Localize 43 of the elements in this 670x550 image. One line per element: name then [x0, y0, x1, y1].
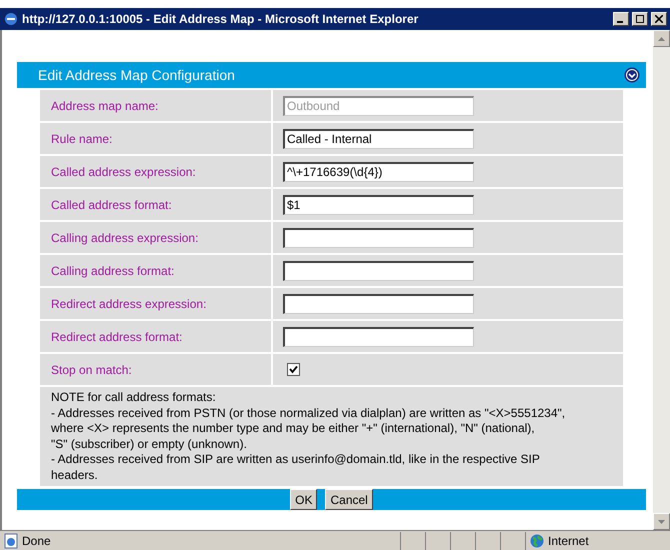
- note-line: NOTE for call address formats:: [51, 390, 217, 406]
- status-text: Done: [22, 532, 52, 550]
- field-label: Stop on match:: [51, 362, 132, 378]
- close-button[interactable]: [651, 12, 667, 26]
- field-label: Called address format:: [51, 196, 172, 214]
- maximize-icon: [636, 15, 644, 23]
- dialog-button[interactable]: OK: [290, 489, 318, 510]
- window-title: http://127.0.0.1:10005 - Edit Address Map - Microsoft Internet Explorer: [22, 11, 420, 28]
- field-label: Address map name:: [51, 98, 158, 114]
- maximize-button[interactable]: [632, 12, 648, 26]
- checkmark-icon: [289, 365, 298, 374]
- text-field[interactable]: [283, 228, 474, 248]
- scroll-down-button[interactable]: [653, 513, 670, 530]
- down-arrow-icon: [658, 520, 665, 524]
- panel-title: Edit Address Map Configuration: [38, 66, 235, 85]
- text-field[interactable]: [283, 326, 474, 346]
- note-line: where <X> represents the number type and may be either "+" (international), "N" (national),: [51, 421, 536, 436]
- dialog-button[interactable]: Cancel: [325, 489, 373, 510]
- field-label: Calling address format:: [51, 262, 174, 280]
- scrollbar[interactable]: [653, 30, 670, 530]
- globe-icon: [530, 534, 544, 548]
- note-line: "S" (subscriber) or empty (unknown).: [51, 436, 248, 452]
- up-arrow-icon: [658, 36, 665, 40]
- scroll-up-button[interactable]: [653, 30, 670, 47]
- text-field[interactable]: $1: [283, 194, 474, 214]
- minimize-button[interactable]: [613, 12, 629, 26]
- page-icon: [3, 532, 19, 548]
- checkbox[interactable]: [287, 363, 300, 376]
- text-field[interactable]: [283, 294, 474, 314]
- field-label: Rule name:: [51, 130, 112, 148]
- field-label: Calling address expression:: [51, 230, 198, 246]
- zone-text: Internet: [548, 532, 589, 550]
- note-line: - Addresses received from SIP are written as userinfo@domain.tld, like in the respective SIP: [51, 452, 541, 468]
- text-field[interactable]: ^\+1716639(\d{4}): [283, 162, 474, 182]
- note-line: headers.: [51, 468, 99, 483]
- collapse-chevron-icon[interactable]: [624, 67, 640, 83]
- note-line: - Addresses received from PSTN (or those normalized via dialplan) are written as "<X>5551234",: [51, 406, 566, 421]
- field-label: Called address expression:: [51, 164, 196, 180]
- field-label: Redirect address expression:: [51, 296, 206, 312]
- text-field[interactable]: Called - Internal: [283, 128, 474, 148]
- close-icon: [655, 15, 663, 23]
- text-field[interactable]: [283, 260, 474, 280]
- field-label: Redirect address format:: [51, 328, 182, 346]
